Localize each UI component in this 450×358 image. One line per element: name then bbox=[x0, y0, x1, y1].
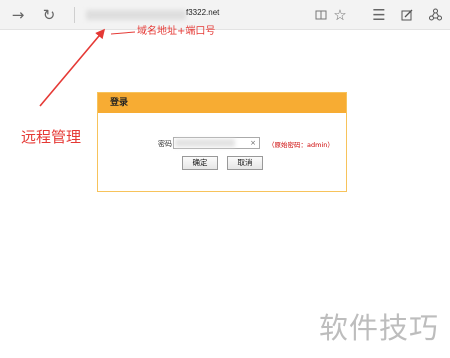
password-input[interactable]: × bbox=[173, 137, 260, 149]
cancel-button[interactable]: 取消 bbox=[227, 156, 263, 170]
remote-admin-annotation: 远程管理 bbox=[21, 128, 82, 146]
password-hint: （原始密码：admin） bbox=[268, 141, 334, 149]
login-title: 登录 bbox=[98, 93, 346, 113]
domain-port-annotation: 域名地址+端口号 bbox=[137, 26, 216, 37]
watermark: 软件技巧 bbox=[319, 311, 440, 345]
confirm-button[interactable]: 确定 bbox=[182, 156, 218, 170]
blurred-password bbox=[175, 139, 235, 147]
clear-icon[interactable]: × bbox=[250, 138, 256, 148]
login-panel: 登录 密码 × （原始密码：admin） 确定 取消 bbox=[97, 92, 347, 192]
domain-arrow-underline bbox=[110, 31, 136, 35]
password-row: 密码 × （原始密码：admin） bbox=[98, 137, 346, 151]
remote-arrow bbox=[39, 28, 106, 107]
password-label: 密码 bbox=[158, 140, 172, 148]
